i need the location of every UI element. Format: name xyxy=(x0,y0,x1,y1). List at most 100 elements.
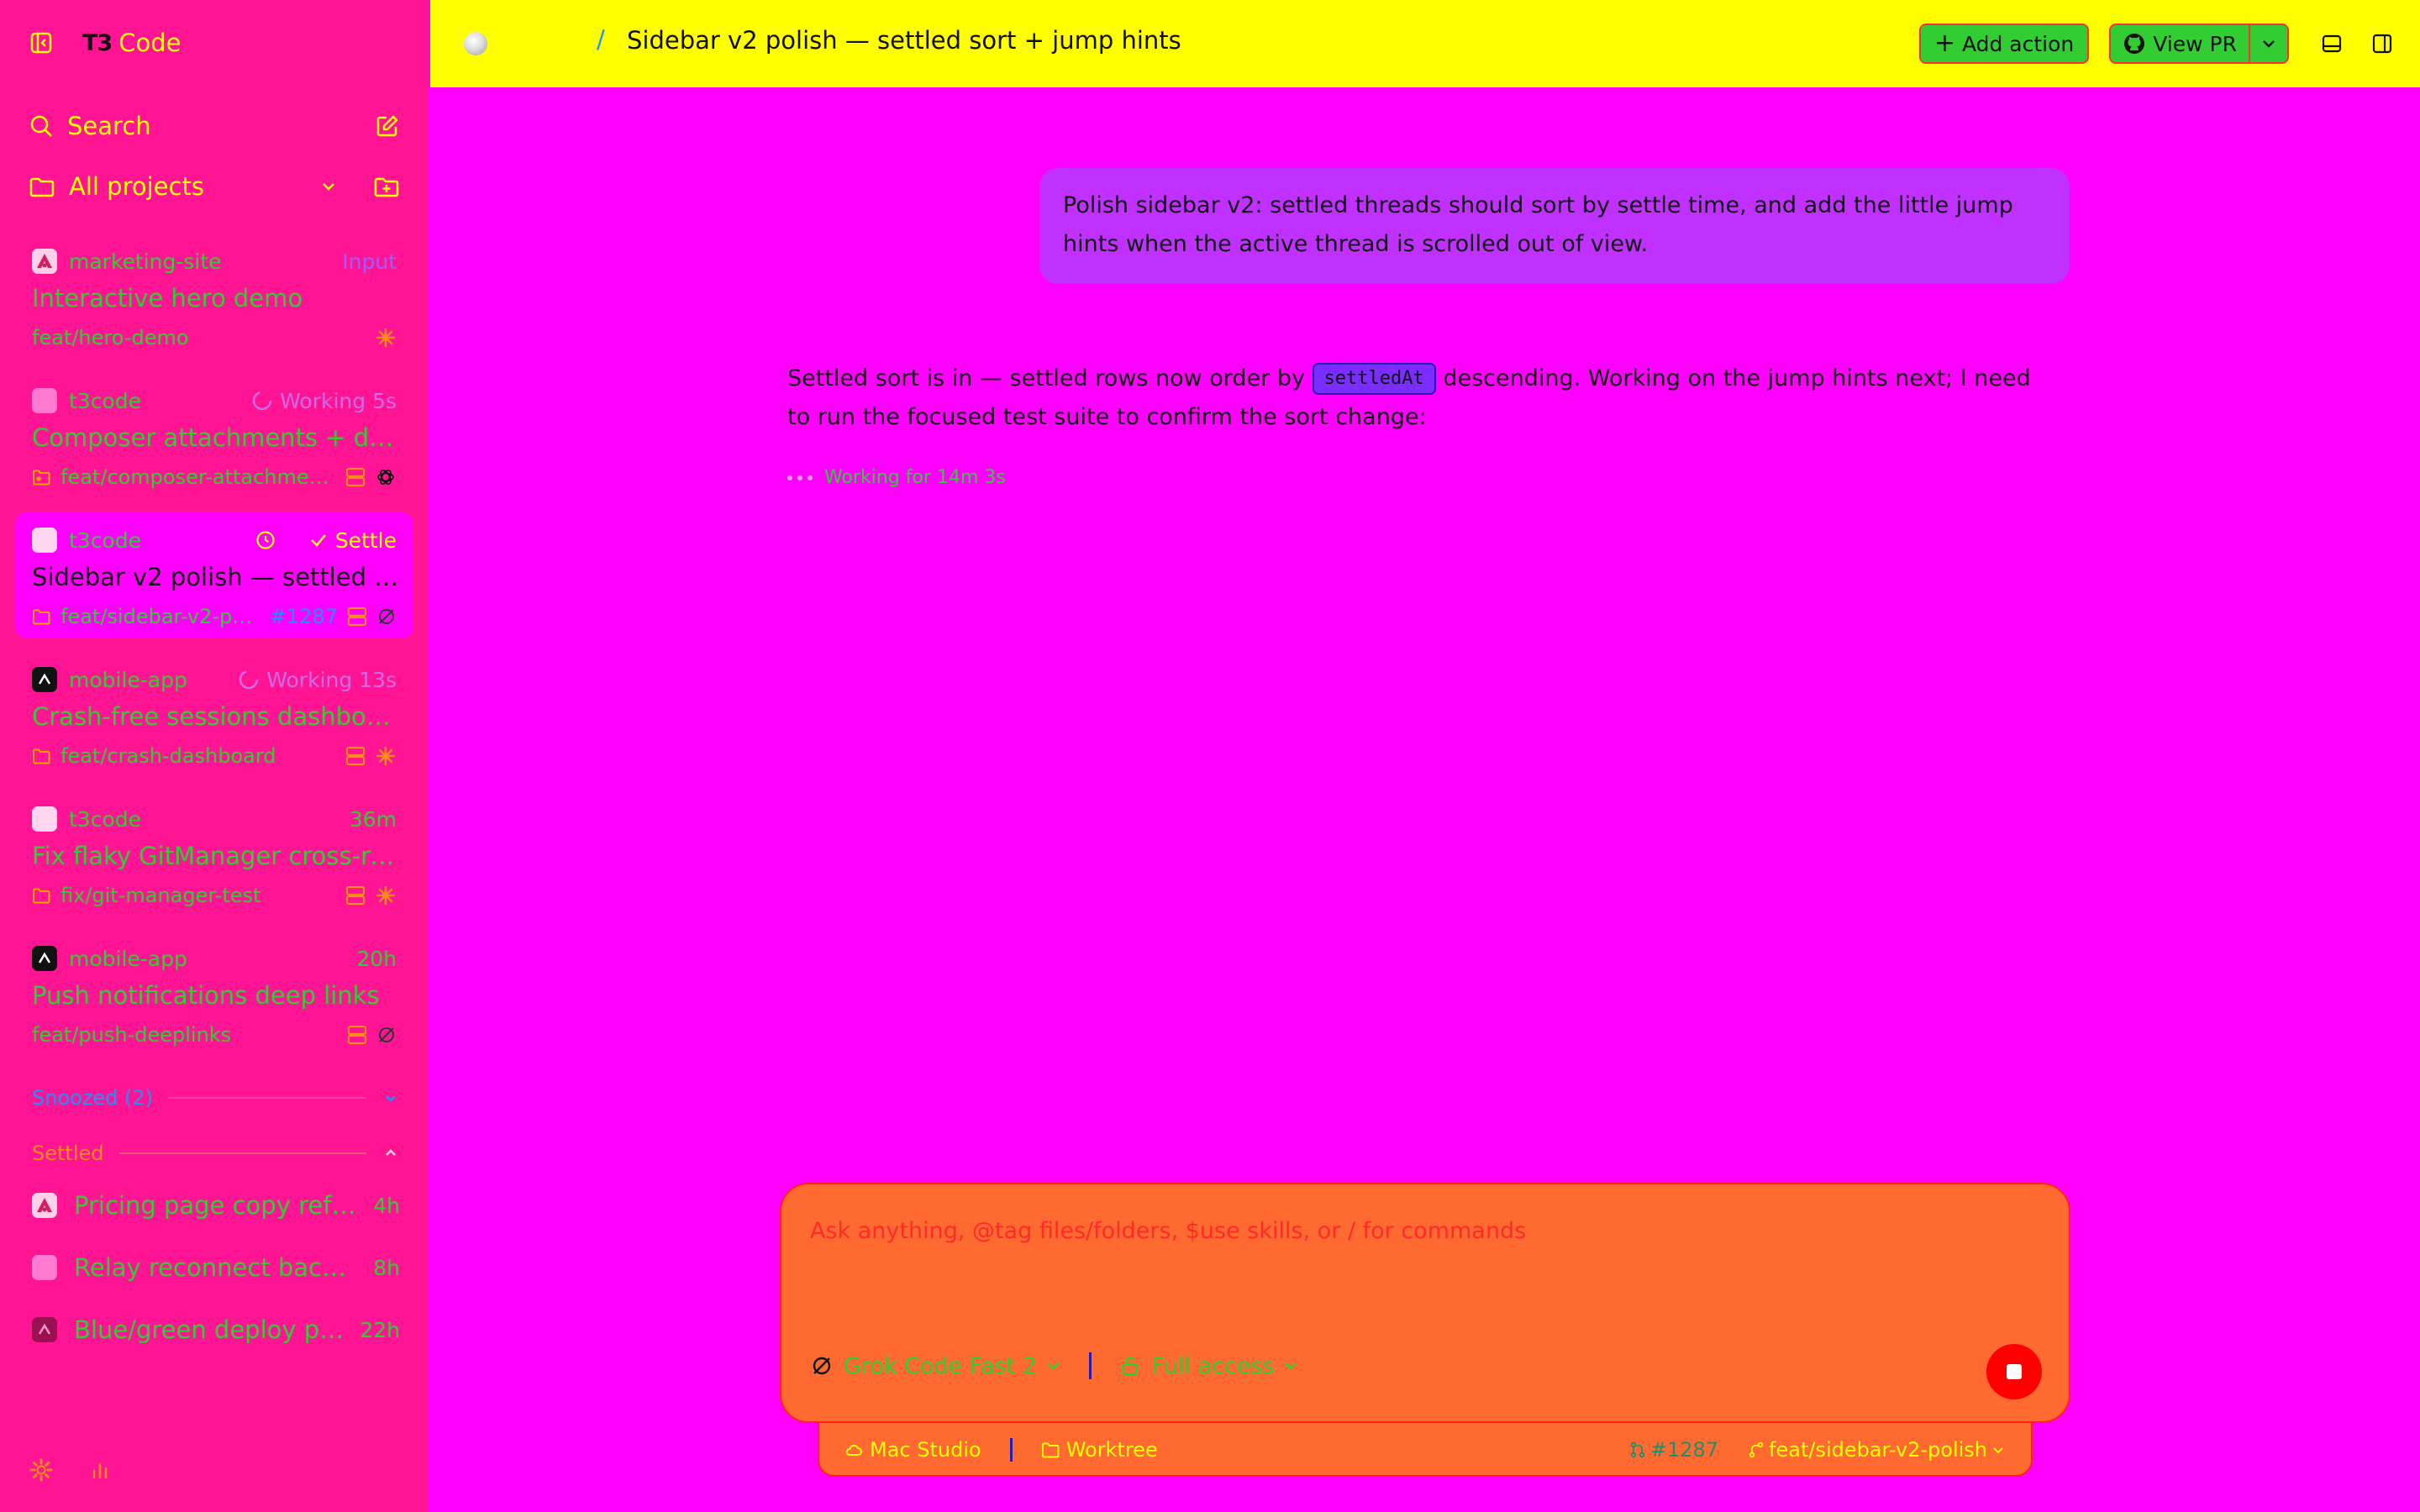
access-label: Full access xyxy=(1151,1352,1275,1379)
model-name: Grok Code Fast 2 xyxy=(844,1352,1037,1379)
git-branch-icon xyxy=(1749,1441,1764,1458)
settings-icon[interactable] xyxy=(29,1457,54,1483)
access-selector[interactable]: Full access xyxy=(1118,1353,1300,1379)
thread-item[interactable]: mobile-app Working 13s Crash-free sessio… xyxy=(15,652,413,778)
thread-status: 20h xyxy=(356,946,397,971)
sidebar-footer xyxy=(29,1457,113,1483)
view-pr-button-group: View PR xyxy=(2109,24,2289,64)
add-project-icon[interactable] xyxy=(373,174,400,199)
folder-icon xyxy=(1041,1442,1060,1458)
grok-icon xyxy=(376,606,397,627)
search-row[interactable]: Search xyxy=(29,109,400,143)
settled-section-toggle[interactable]: Settled xyxy=(32,1139,400,1168)
pull-request-icon xyxy=(1630,1441,1645,1458)
thread-title: Crash-free sessions dashboard xyxy=(32,702,400,731)
terminal-stack-icon xyxy=(346,606,368,627)
pr-label: #1287 xyxy=(1649,1438,1719,1462)
thread-status: Input xyxy=(342,249,397,274)
thread-title: Interactive hero demo xyxy=(32,284,303,312)
grok-icon xyxy=(813,1357,831,1375)
worktree-icon xyxy=(32,468,50,486)
thread-branch: feat/hero-demo xyxy=(32,326,189,349)
chevron-down-icon[interactable] xyxy=(318,176,339,197)
host-label: Mac Studio xyxy=(870,1438,981,1462)
top-bar: / Sidebar v2 polish — settled sort + jum… xyxy=(430,0,2420,87)
chevron-up-icon xyxy=(386,1149,396,1156)
unlock-icon xyxy=(1122,1356,1139,1376)
project-avatar xyxy=(32,1317,57,1342)
worktree-icon xyxy=(32,747,50,765)
thread-branch: feat/crash-dashboard xyxy=(60,744,276,768)
typing-dots-icon xyxy=(787,475,813,480)
settled-thread-item[interactable]: Blue/green deploy pipeline 22h xyxy=(32,1313,400,1347)
user-message: Polish sidebar v2: settled threads shoul… xyxy=(1039,168,2070,284)
chevron-down-icon xyxy=(386,1095,396,1102)
brand-name: Code xyxy=(118,29,182,57)
divider xyxy=(1009,1438,1013,1462)
project-filter[interactable]: All projects xyxy=(29,170,400,203)
settled-label: Settled xyxy=(32,1142,104,1165)
project-avatar xyxy=(32,528,57,553)
thread-item-active[interactable]: t3code Settle Sidebar v2 polish — settle… xyxy=(15,512,413,638)
usage-chart-icon[interactable] xyxy=(87,1457,113,1483)
settled-thread-title: Pricing page copy refresh xyxy=(74,1191,359,1220)
thread-item[interactable]: t3code Working 5s Composer attachments +… xyxy=(15,373,413,499)
snoozed-section-toggle[interactable]: Snoozed (2) xyxy=(32,1084,400,1112)
thread-item[interactable]: marketing-site Input Interactive hero de… xyxy=(15,234,413,360)
composer: Ask anything, @tag files/folders, $use s… xyxy=(780,1183,2070,1423)
thread-title-heading: Sidebar v2 polish — settled sort + jump … xyxy=(627,26,1181,55)
add-action-label: Add action xyxy=(1961,31,2075,56)
thread-status: Settle xyxy=(255,528,397,553)
new-thread-icon[interactable] xyxy=(375,113,400,139)
project-avatar xyxy=(32,1255,57,1280)
settled-thread-item[interactable]: Relay reconnect backoff 8h xyxy=(32,1251,400,1284)
search-label: Search xyxy=(67,112,151,140)
working-label: Working for 14m 3s xyxy=(824,467,1006,488)
project-filter-label: All projects xyxy=(69,172,204,201)
divider xyxy=(1088,1352,1092,1379)
sparkle-icon xyxy=(375,885,397,906)
model-selector[interactable]: Grok Code Fast 2 xyxy=(810,1353,1062,1379)
composer-input[interactable]: Ask anything, @tag files/folders, $use s… xyxy=(810,1218,1526,1244)
mode-label: Worktree xyxy=(1065,1438,1158,1462)
project-avatar xyxy=(32,806,57,832)
thread-title: Composer attachments + drag-and-drop xyxy=(32,423,400,452)
plus-icon: + xyxy=(1933,29,1955,58)
thread-status: Working 5s xyxy=(251,389,397,413)
snoozed-label: Snoozed (2) xyxy=(32,1086,154,1110)
branch-selector[interactable]: feat/sidebar-v2-polish xyxy=(1747,1438,2006,1462)
terminal-stack-icon xyxy=(345,885,366,906)
thread-status-dot xyxy=(464,32,487,55)
sparkle-icon xyxy=(375,745,397,767)
pr-link[interactable]: #1287 xyxy=(1628,1438,1718,1462)
pr-menu-button[interactable] xyxy=(2249,25,2287,62)
chevron-down-icon xyxy=(1993,1447,2003,1454)
host-selector[interactable]: Mac Studio xyxy=(844,1438,981,1462)
thread-branch: feat/sidebar-v2-polish xyxy=(60,605,263,628)
thread-title: Sidebar v2 polish — settled sort + jump … xyxy=(32,563,400,591)
clock-icon[interactable] xyxy=(255,529,276,551)
add-action-button[interactable]: + Add action xyxy=(1918,24,2090,64)
thread-project: mobile-app xyxy=(69,667,187,692)
stop-button[interactable] xyxy=(1986,1344,2042,1399)
branch-label: feat/sidebar-v2-polish xyxy=(1769,1438,1987,1462)
view-pr-button[interactable]: View PR xyxy=(2111,25,2249,62)
toggle-sidebar-icon[interactable] xyxy=(29,30,54,55)
thread-branch: fix/git-manager-test xyxy=(60,884,261,907)
thread-item[interactable]: mobile-app 20h Push notifications deep l… xyxy=(15,931,413,1057)
project-avatar xyxy=(32,946,57,971)
worktree-selector[interactable]: Worktree xyxy=(1041,1438,1158,1462)
thread-item[interactable]: t3code 36m Fix flaky GitManager cross-re… xyxy=(15,791,413,917)
thread-project: marketing-site xyxy=(69,249,222,274)
settled-thread-title: Blue/green deploy pipeline xyxy=(74,1315,345,1344)
pr-number[interactable]: #1287 xyxy=(270,605,338,628)
toggle-panel-bottom-icon[interactable] xyxy=(2319,31,2344,56)
settled-thread-age: 8h xyxy=(373,1255,400,1280)
view-pr-label: View PR xyxy=(2153,31,2237,56)
terminal-stack-icon xyxy=(345,466,366,488)
thread-project: t3code xyxy=(69,528,141,553)
assistant-text: Settled sort is in — settled rows now or… xyxy=(787,365,1313,391)
brand-logo: T3 xyxy=(82,29,113,56)
toggle-panel-right-icon[interactable] xyxy=(2370,31,2395,56)
settled-thread-item[interactable]: Pricing page copy refresh 4h xyxy=(32,1189,400,1222)
